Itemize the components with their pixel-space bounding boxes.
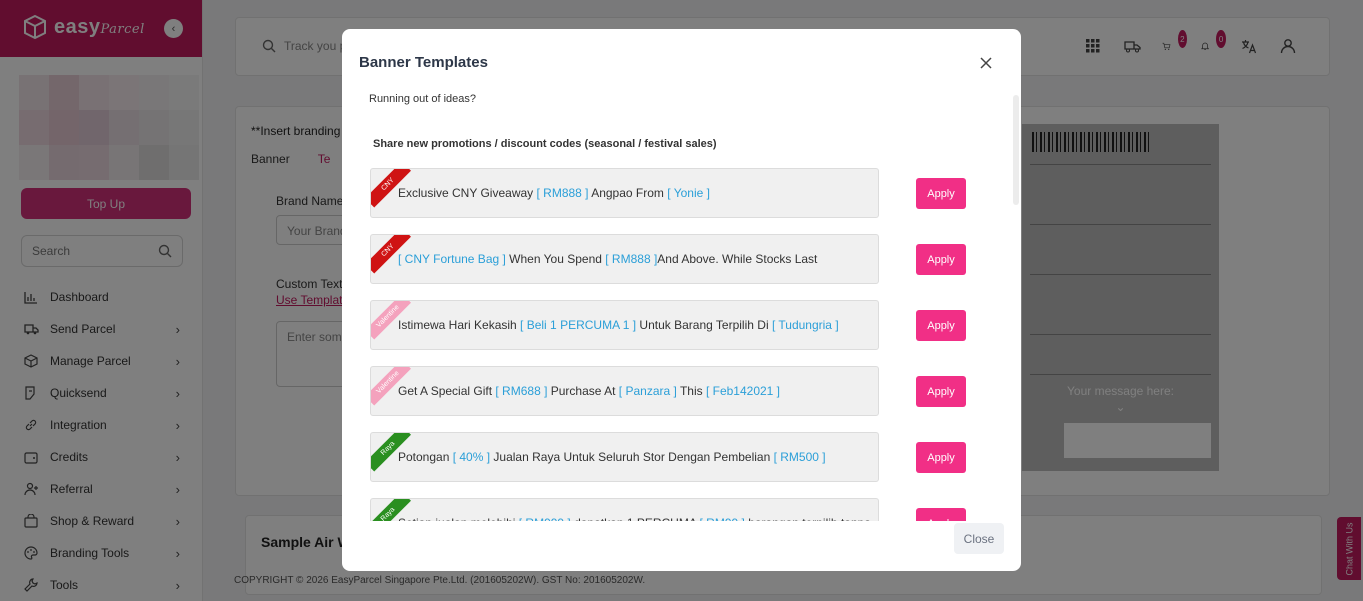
- placeholder-token: [ Panzara ]: [618, 384, 677, 398]
- template-segment: barangan terpilih tanpa: [745, 516, 871, 521]
- template-text: Potongan [ 40% ] Jualan Raya Untuk Selur…: [398, 450, 826, 464]
- apply-button[interactable]: Apply: [916, 442, 966, 473]
- template-item: Valentine Get A Special Gift [ RM688 ] Pu…: [370, 366, 879, 416]
- template-segment: This: [676, 384, 706, 398]
- template-segment: Setiap jualan melebihi: [398, 516, 519, 521]
- apply-button[interactable]: Apply: [916, 376, 966, 407]
- apply-button[interactable]: Apply: [916, 508, 966, 521]
- placeholder-token: [ RM999 ]: [519, 516, 571, 521]
- apply-button[interactable]: Apply: [916, 310, 966, 341]
- template-segment: Angpao From: [588, 186, 668, 200]
- template-text: Setiap jualan melebihi [ RM999 ] dapatka…: [398, 516, 871, 521]
- close-icon[interactable]: [980, 53, 992, 74]
- template-text: Get A Special Gift [ RM688 ] Purchase At…: [398, 384, 780, 398]
- template-segment: When You Spend: [505, 252, 606, 266]
- template-text: [ CNY Fortune Bag ] When You Spend [ RM8…: [398, 252, 817, 266]
- placeholder-token: [ RM688 ]: [495, 384, 548, 398]
- template-item: Raya Potongan [ 40% ] Jualan Raya Untuk S…: [370, 432, 879, 482]
- template-item: RayaSetiap jualan melebihi [ RM999 ] dap…: [370, 498, 879, 521]
- placeholder-token: [ RM888 ]: [536, 186, 589, 200]
- template-segment: Exclusive CNY Giveaway: [398, 186, 537, 200]
- modal-subtitle: Running out of ideas?: [369, 93, 477, 105]
- template-text: Istimewa Hari Kekasih [ Beli 1 PERCUMA 1…: [398, 318, 839, 332]
- template-segment: Istimewa Hari Kekasih: [398, 318, 521, 332]
- template-text: Exclusive CNY Giveaway [ RM888 ] Angpao …: [398, 186, 710, 200]
- placeholder-token: [ Beli 1 PERCUMA 1 ]: [520, 318, 637, 332]
- modal-title: Banner Templates: [359, 54, 488, 71]
- placeholder-token: [ Tudungria ]: [771, 318, 839, 332]
- placeholder-token: [ RM888 ]: [605, 252, 658, 266]
- template-segment: Jualan Raya Untuk Seluruh Stor Dengan Pe…: [490, 450, 774, 464]
- placeholder-token: [ Yonie ]: [667, 186, 710, 200]
- placeholder-token: [ CNY Fortune Bag ]: [398, 252, 506, 266]
- placeholder-token: [ 40% ]: [452, 450, 491, 464]
- template-segment: Potongan: [398, 450, 453, 464]
- scrollbar[interactable]: [1013, 95, 1019, 205]
- placeholder-token: [ Feb142021 ]: [705, 384, 781, 398]
- template-item: CNY Exclusive CNY Giveaway [ RM888 ] Angp…: [370, 168, 879, 218]
- close-button[interactable]: Close: [954, 523, 1004, 554]
- template-item: CNY[ CNY Fortune Bag ] When You Spend [ …: [370, 234, 879, 284]
- placeholder-token: [ RM99 ]: [700, 516, 745, 521]
- placeholder-token: [ RM500 ]: [773, 450, 826, 464]
- template-list: CNY Exclusive CNY Giveaway [ RM888 ] Angp…: [342, 168, 1021, 521]
- template-item: Valentine Istimewa Hari Kekasih [ Beli 1 …: [370, 300, 879, 350]
- template-segment: dapatkan 1 PERCUMA: [571, 516, 700, 521]
- section-title: Share new promotions / discount codes (s…: [373, 138, 717, 150]
- apply-button[interactable]: Apply: [916, 244, 966, 275]
- template-segment: Purchase At: [547, 384, 619, 398]
- template-segment: And Above. While Stocks Last: [657, 252, 818, 266]
- banner-templates-modal: Banner Templates Running out of ideas? S…: [342, 29, 1021, 571]
- template-segment: Get A Special Gift: [398, 384, 496, 398]
- template-segment: Untuk Barang Terpilih Di: [636, 318, 772, 332]
- apply-button[interactable]: Apply: [916, 178, 966, 209]
